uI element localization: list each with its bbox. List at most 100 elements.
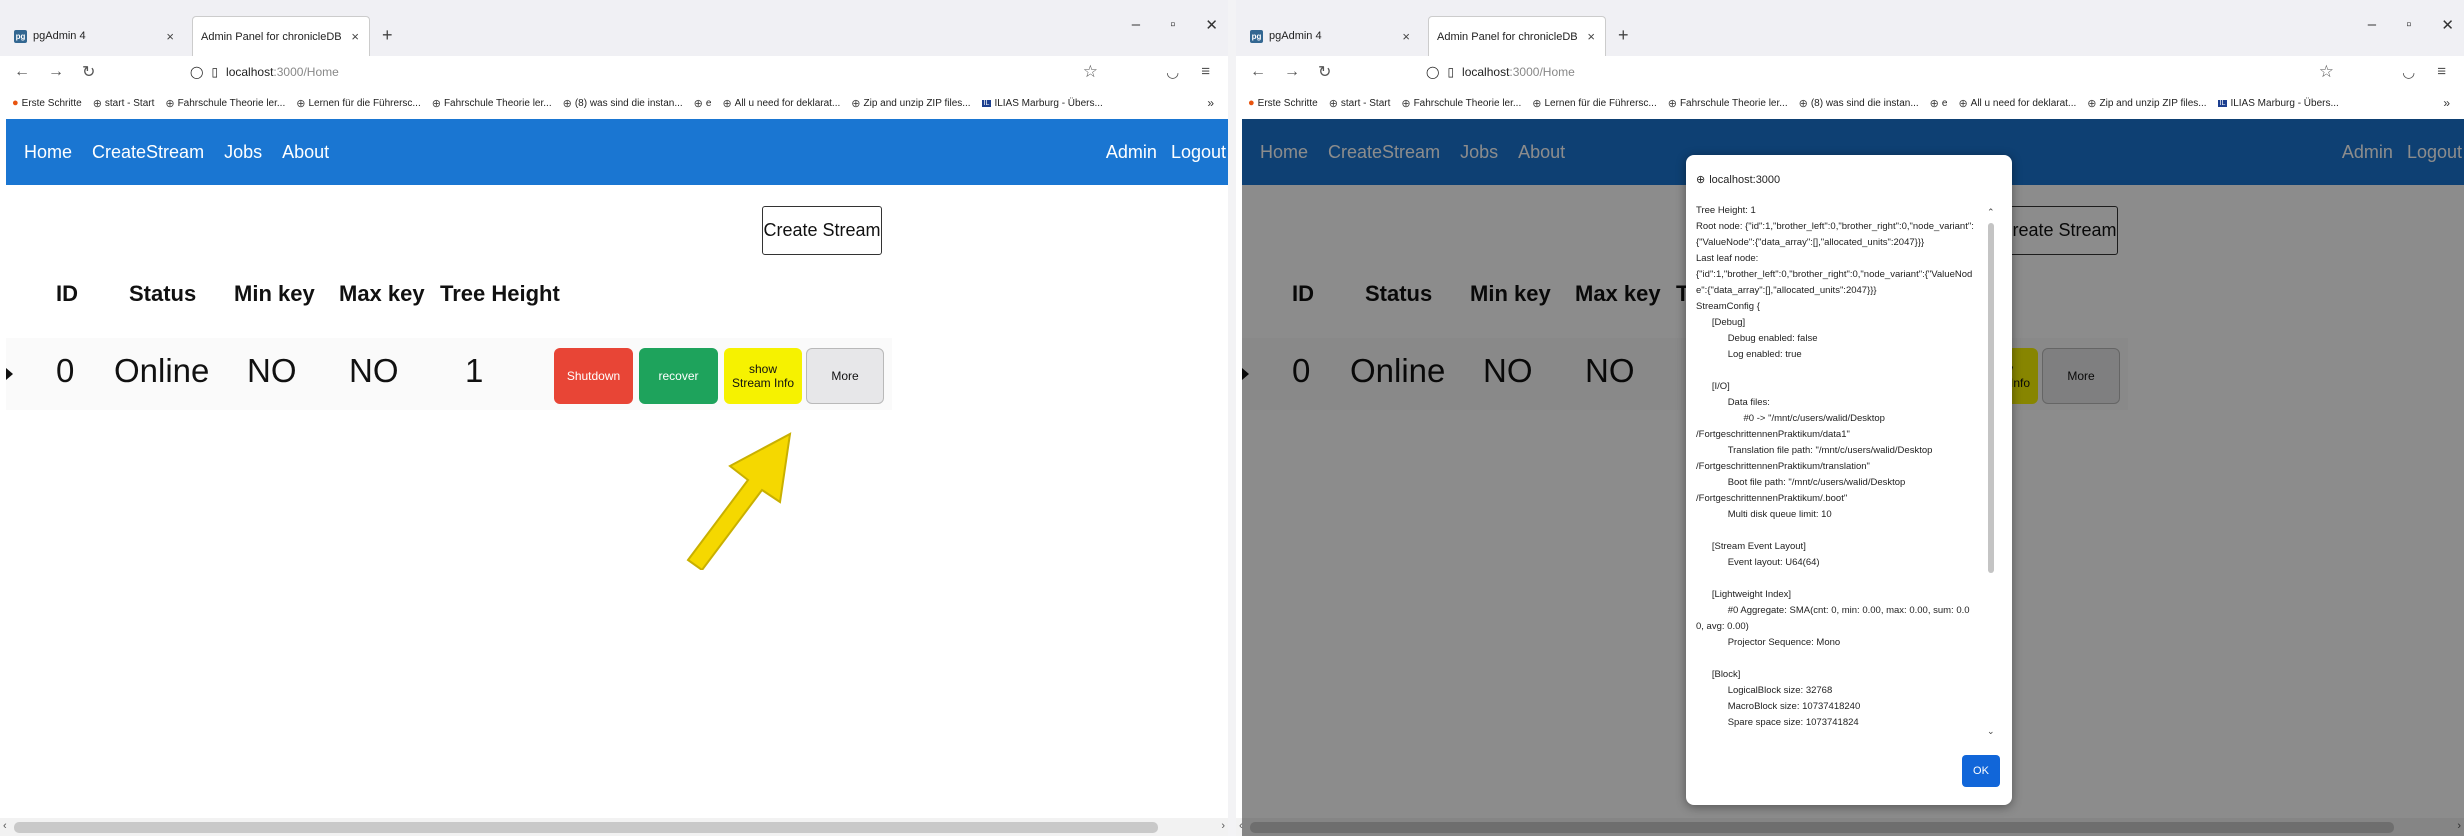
window-controls: – ▫ ✕ [2368, 16, 2454, 34]
back-arrow-icon[interactable]: ← [1250, 63, 1266, 81]
nav-admin[interactable]: Admin [1106, 142, 1157, 163]
bookmarks-overflow-icon[interactable]: » [2443, 96, 2450, 110]
minimize-icon[interactable]: – [1132, 16, 1140, 34]
nav-bar: ← → ↻ ◯ ▯ localhost:3000/Home ☆ ◡ ≡ [0, 56, 1228, 88]
tab-admin-panel[interactable]: Admin Panel for chronicleDB × [192, 16, 370, 56]
bookmark-item[interactable]: ⊕ Lernen für die Führersc... [1532, 97, 1657, 110]
globe-icon: ⊕ [562, 97, 572, 110]
restore-icon[interactable]: ▫ [1170, 16, 1175, 34]
close-icon[interactable]: × [351, 29, 359, 44]
nav-about[interactable]: About [282, 142, 329, 163]
tab-pgadmin[interactable]: pg pgAdmin 4 × [1242, 16, 1420, 56]
globe-icon: ⊕ [1532, 97, 1542, 110]
globe-icon: ⊕ [165, 97, 175, 110]
tab-title: pgAdmin 4 [33, 30, 86, 42]
new-tab-icon[interactable]: + [382, 25, 393, 46]
scroll-down-icon[interactable]: ⌄ [1987, 726, 1995, 737]
url-bar[interactable]: ◯ ▯ localhost:3000/Home [190, 65, 339, 79]
bookmark-star-icon[interactable]: ☆ [1083, 62, 1098, 82]
browser-window-right: pg pgAdmin 4 × Admin Panel for chronicle… [1236, 0, 2464, 836]
bookmark-item[interactable]: ⊕ (8) was sind die instan... [563, 97, 683, 110]
nav-home[interactable]: Home [24, 142, 72, 163]
show-stream-info-button[interactable]: show Stream Info [724, 348, 802, 404]
dialog-scrollbar[interactable]: ⌃ ⌄ [1986, 207, 1996, 737]
bookmark-item[interactable]: ⊕ Zip and unzip ZIP files... [2087, 97, 2206, 110]
globe-icon: ⊕ [431, 97, 441, 110]
tab-bar: pg pgAdmin 4 × Admin Panel for chronicle… [1236, 0, 2464, 56]
pocket-icon[interactable]: ◡ [1166, 63, 1179, 81]
bookmark-item[interactable]: ⊕ start - Start [93, 97, 155, 110]
tab-title: Admin Panel for chronicleDB [1437, 30, 1578, 43]
bookmark-item[interactable]: ⊕ All u need for deklarat... [1958, 97, 2076, 110]
bookmark-item[interactable]: ⊕ Lernen für die Führersc... [296, 97, 421, 110]
back-arrow-icon[interactable]: ← [14, 63, 30, 81]
bookmark-item[interactable]: IL ILIAS Marburg - Übers... [981, 98, 1103, 109]
bookmark-item[interactable]: ● Erste Schritte [1248, 97, 1318, 109]
bookmark-item[interactable]: ⊕ (8) was sind die instan... [1799, 97, 1919, 110]
restore-icon[interactable]: ▫ [2406, 16, 2411, 34]
url-bar[interactable]: ◯ ▯ localhost:3000/Home [1426, 65, 1575, 79]
close-icon[interactable]: ✕ [1205, 16, 1218, 34]
dialog-origin: localhost:3000 [1709, 173, 1781, 186]
close-icon[interactable]: × [1402, 29, 1410, 44]
scroll-up-icon[interactable]: ⌃ [1987, 207, 1995, 218]
nav-createstream[interactable]: CreateStream [92, 142, 204, 163]
globe-icon: ⊕ [1328, 97, 1338, 110]
create-stream-button[interactable]: Create Stream [762, 206, 882, 255]
header-status: Status [129, 281, 197, 306]
close-icon[interactable]: ✕ [2441, 16, 2454, 34]
close-icon[interactable]: × [1587, 29, 1595, 44]
close-icon[interactable]: × [166, 29, 174, 44]
new-tab-icon[interactable]: + [1618, 25, 1629, 46]
bookmark-item[interactable]: ● Erste Schritte [12, 97, 82, 109]
header-min-key: Min key [234, 281, 315, 306]
bookmark-item[interactable]: ⊕ start - Start [1329, 97, 1391, 110]
menu-icon[interactable]: ≡ [2437, 63, 2446, 81]
page-icon: ▯ [211, 65, 219, 79]
scroll-left-icon[interactable]: ‹ [3, 820, 7, 832]
url-path: :3000/Home [1509, 65, 1575, 79]
scroll-right-icon[interactable]: › [1221, 820, 1225, 832]
reload-icon[interactable]: ↻ [82, 62, 95, 82]
forward-arrow-icon[interactable]: → [1284, 63, 1300, 81]
page-icon: ▯ [1447, 65, 1455, 79]
url-host: localhost [1462, 65, 1510, 79]
reload-icon[interactable]: ↻ [1318, 62, 1331, 82]
nav-jobs[interactable]: Jobs [224, 142, 262, 163]
cell-tree-height: 1 [465, 352, 484, 389]
app-navbar: Home CreateStream Jobs About Admin Logou… [6, 119, 1228, 185]
globe-icon: ⊕ [1667, 97, 1677, 110]
more-button[interactable]: More [806, 348, 884, 404]
bookmark-item[interactable]: ⊕ e [694, 97, 712, 110]
nav-logout[interactable]: Logout [1171, 142, 1226, 163]
bookmark-star-icon[interactable]: ☆ [2319, 62, 2334, 82]
horizontal-scrollbar[interactable]: ‹ › [0, 818, 1228, 836]
header-id: ID [56, 281, 78, 306]
pocket-icon[interactable]: ◡ [2402, 63, 2415, 81]
bookmarks-overflow-icon[interactable]: » [1207, 96, 1214, 110]
scrollbar-thumb[interactable] [14, 822, 1158, 833]
row-expand-icon[interactable] [6, 368, 13, 380]
minimize-icon[interactable]: – [2368, 16, 2376, 34]
bookmark-item[interactable]: ⊕ Fahrschule Theorie ler... [165, 97, 285, 110]
tab-admin-panel[interactable]: Admin Panel for chronicleDB × [1428, 16, 1606, 56]
pgadmin-favicon-icon: pg [1250, 29, 1263, 43]
globe-icon: ⊕ [1929, 97, 1939, 110]
bookmark-item[interactable]: ⊕ Zip and unzip ZIP files... [851, 97, 970, 110]
tab-pgadmin[interactable]: pg pgAdmin 4 × [6, 16, 184, 56]
bookmark-item[interactable]: ⊕ e [1930, 97, 1948, 110]
bookmark-item[interactable]: ⊕ Fahrschule Theorie ler... [1401, 97, 1521, 110]
bookmark-item[interactable]: ⊕ All u need for deklarat... [722, 97, 840, 110]
bookmark-item[interactable]: ⊕ Fahrschule Theorie ler... [432, 97, 552, 110]
forward-arrow-icon[interactable]: → [48, 63, 64, 81]
firefox-icon: ● [12, 97, 19, 109]
ok-button[interactable]: OK [1962, 755, 2000, 787]
shutdown-button[interactable]: Shutdown [554, 348, 633, 404]
menu-icon[interactable]: ≡ [1201, 63, 1210, 81]
recover-button[interactable]: recover [639, 348, 718, 404]
dialog-scrollbar-thumb[interactable] [1988, 223, 1994, 573]
globe-icon: ⊕ [1696, 174, 1706, 186]
tab-title: pgAdmin 4 [1269, 30, 1322, 42]
bookmark-item[interactable]: IL ILIAS Marburg - Übers... [2217, 98, 2339, 109]
bookmark-item[interactable]: ⊕ Fahrschule Theorie ler... [1668, 97, 1788, 110]
